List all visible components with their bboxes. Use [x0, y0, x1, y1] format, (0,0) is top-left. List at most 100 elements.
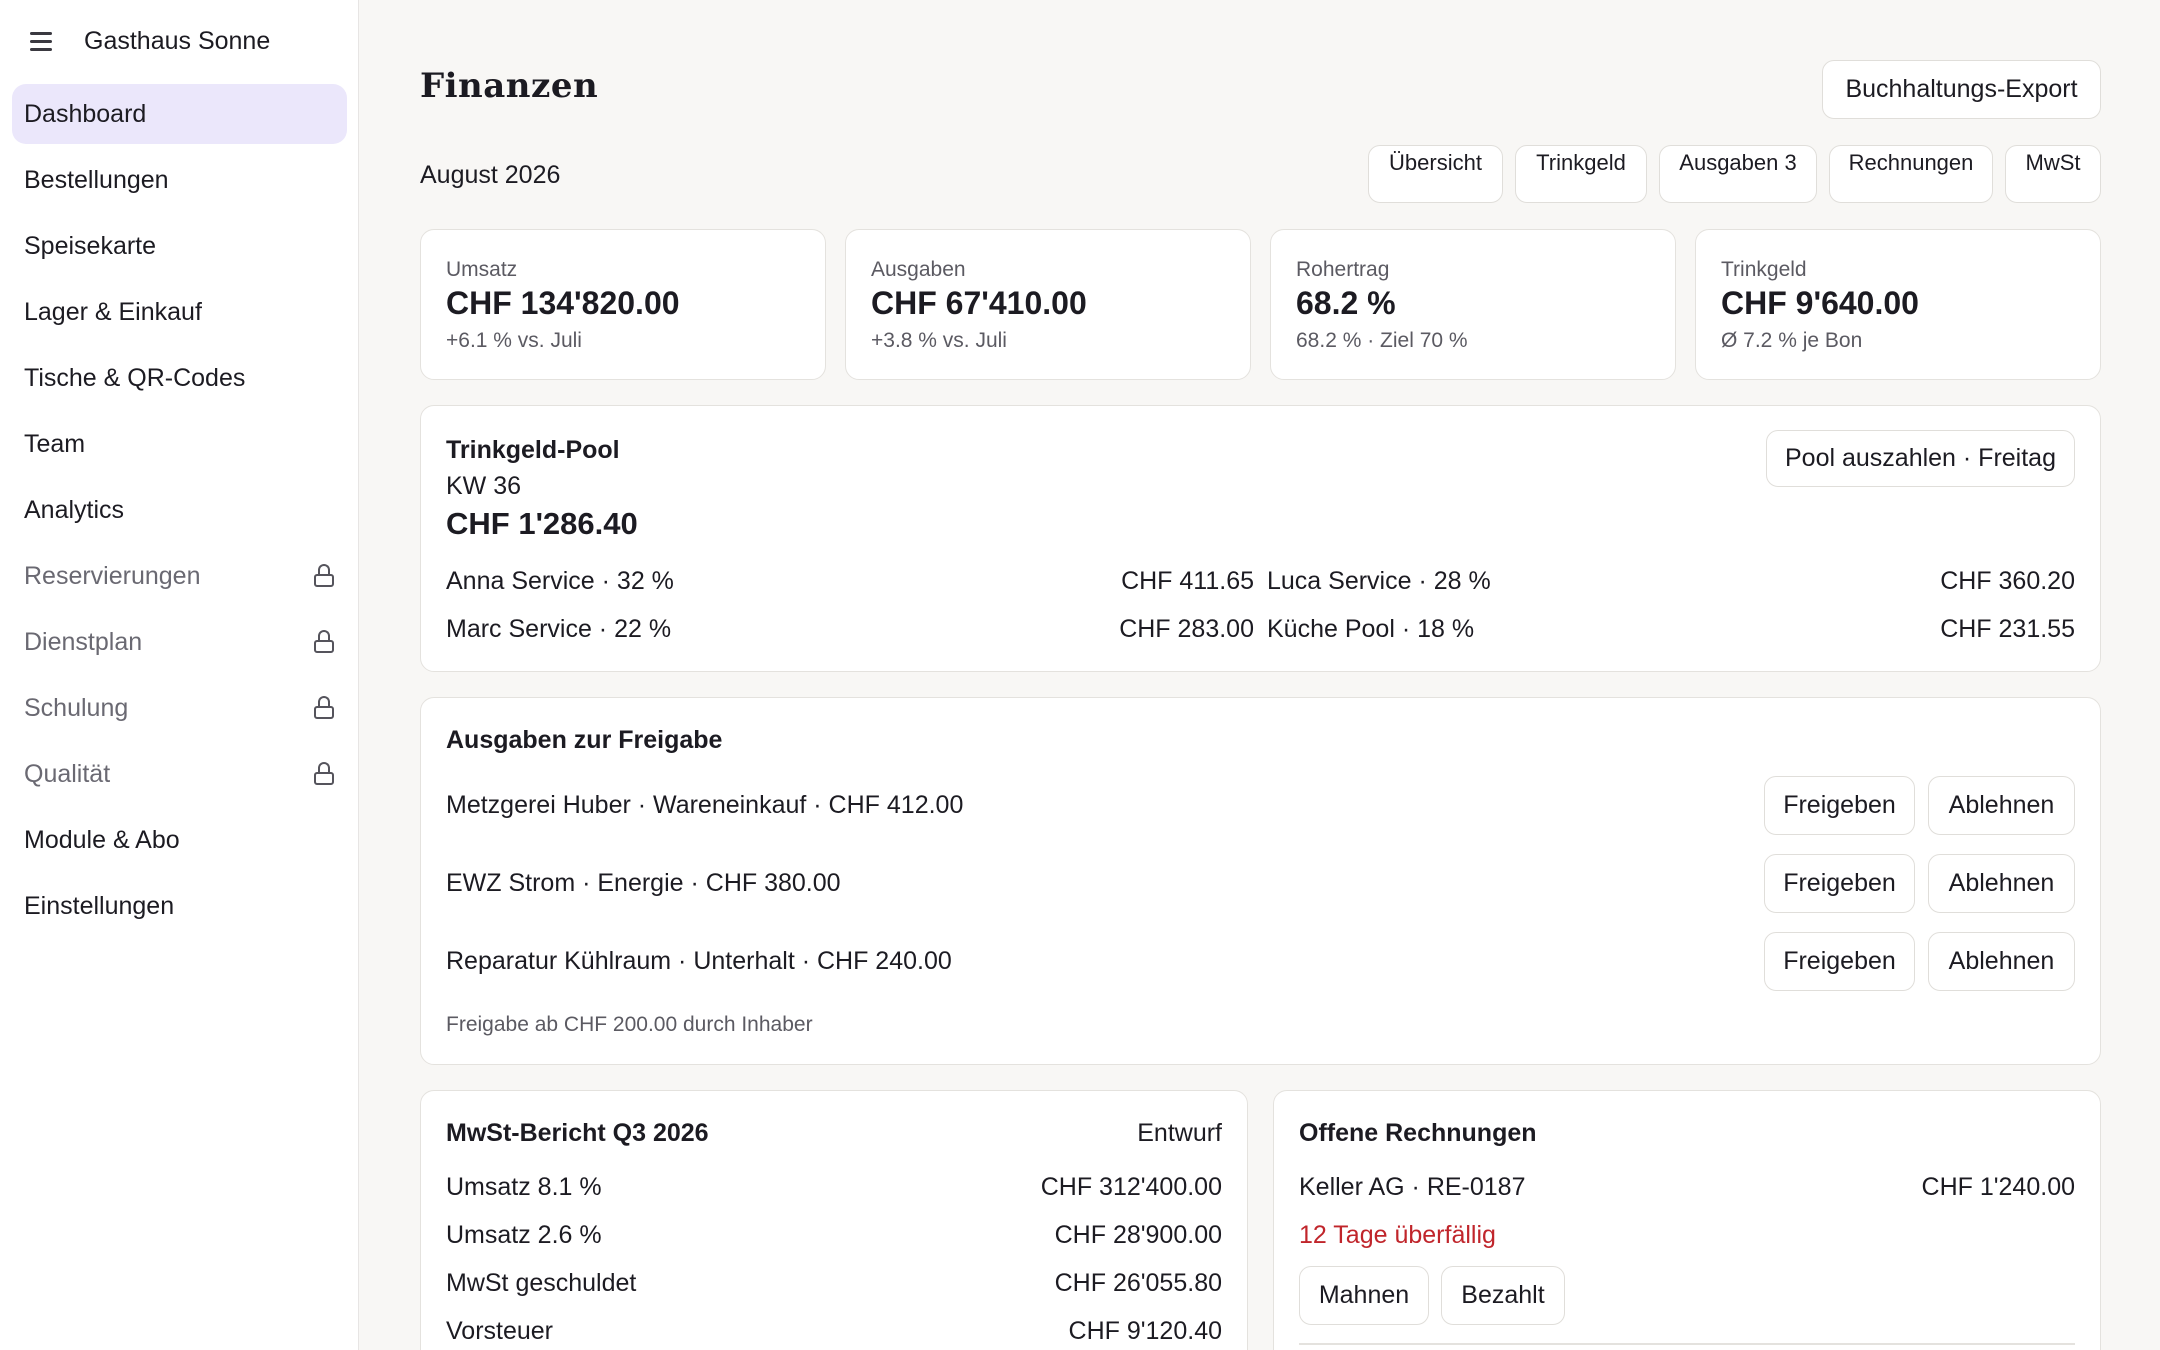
tab-uebersicht[interactable]: Übersicht [1368, 145, 1503, 203]
tip-share-name: Küche Pool · 18 % [1267, 615, 1475, 643]
sidebar-item-qualitaet[interactable]: Qualität [12, 744, 347, 804]
kpi-subtext: +3.8 % vs. Juli [871, 329, 1007, 352]
sidebar-item-dashboard[interactable]: Dashboard [12, 84, 347, 144]
kpi-subtext: 68.2 % · Ziel 70 % [1296, 329, 1468, 352]
remind-button[interactable]: Mahnen [1299, 1266, 1429, 1325]
vat-row-value: CHF 312'400.00 [1040, 1173, 1222, 1201]
tip-share-amount: CHF 283.00 [1119, 615, 1254, 643]
sidebar-nav: Dashboard Bestellungen Speisekarte Lager… [12, 84, 347, 942]
kpi-subtext: Ø 7.2 % je Bon [1721, 329, 1863, 352]
reject-button[interactable]: Ablehnen [1928, 776, 2075, 835]
vat-row-label: Umsatz 2.6 % [446, 1221, 602, 1249]
pool-payout-button[interactable]: Pool auszahlen · Freitag [1766, 430, 2075, 487]
sidebar-item-label: Reservierungen [24, 561, 201, 590]
kpi-card-ausgaben: Ausgaben CHF 67'410.00 +3.8 % vs. Juli [845, 229, 1251, 380]
sidebar-item-label: Schulung [24, 693, 129, 722]
lock-icon [313, 564, 335, 588]
vat-row-label: Umsatz 8.1 % [446, 1173, 602, 1201]
invoice-overdue-status: 12 Tage überfällig [1299, 1221, 1496, 1249]
sidebar-item-label: Qualität [24, 759, 111, 788]
invoice-customer: Keller AG · RE-0187 [1299, 1173, 1526, 1201]
vat-row-label: Vorsteuer [446, 1317, 554, 1345]
app-name: Gasthaus Sonne [84, 27, 271, 55]
sidebar-item-label: Team [24, 429, 86, 458]
expense-approvals-card: Ausgaben zur Freigabe Metzgerei Huber · … [420, 697, 2101, 1065]
sidebar-item-analytics[interactable]: Analytics [12, 480, 347, 540]
sidebar: Gasthaus Sonne Dashboard Bestellungen Sp… [0, 0, 359, 1350]
invoice-amount: CHF 1'240.00 [1921, 1173, 2075, 1201]
sidebar-item-label: Tische & QR-Codes [24, 363, 246, 392]
tip-pool-total: CHF 1'286.40 [446, 506, 638, 541]
accounting-export-button[interactable]: Buchhaltungs-Export [1822, 60, 2101, 119]
approve-button[interactable]: Freigeben [1764, 854, 1915, 913]
approval-note: Freigabe ab CHF 200.00 durch Inhaber [446, 1013, 813, 1036]
kpi-subtext: +6.1 % vs. Juli [446, 329, 582, 352]
kpi-value: CHF 67'410.00 [871, 285, 1087, 321]
open-invoices-title: Offene Rechnungen [1299, 1119, 1537, 1147]
approve-button[interactable]: Freigeben [1764, 776, 1915, 835]
sidebar-item-team[interactable]: Team [12, 414, 347, 474]
tab-rechnungen[interactable]: Rechnungen [1829, 145, 1993, 203]
approval-item-text: EWZ Strom · Energie · CHF 380.00 [446, 869, 841, 897]
vat-report-title: MwSt-Bericht Q3 2026 [446, 1119, 709, 1147]
tip-share-amount: CHF 411.65 [1121, 567, 1254, 595]
vat-row-value: CHF 28'900.00 [1054, 1221, 1222, 1249]
vat-report-status: Entwurf [1137, 1119, 1222, 1147]
page-title: Finanzen [420, 66, 599, 106]
lock-icon [313, 696, 335, 720]
reject-button[interactable]: Ablehnen [1928, 932, 2075, 991]
tip-share-name: Luca Service · 28 % [1267, 567, 1491, 595]
brand: Gasthaus Sonne [0, 0, 359, 84]
sidebar-item-label: Einstellungen [24, 891, 175, 920]
kpi-label: Rohertrag [1296, 258, 1390, 281]
reject-button[interactable]: Ablehnen [1928, 854, 2075, 913]
lock-icon [313, 630, 335, 654]
sidebar-item-label: Module & Abo [24, 825, 180, 854]
sidebar-item-label: Bestellungen [24, 165, 169, 194]
tip-share-name: Anna Service · 32 % [446, 567, 674, 595]
mark-paid-button[interactable]: Bezahlt [1441, 1266, 1565, 1325]
kpi-value: CHF 134'820.00 [446, 285, 680, 321]
kpi-card-rohertrag: Rohertrag 68.2 % 68.2 % · Ziel 70 % [1270, 229, 1676, 380]
period-label: August 2026 [420, 161, 561, 189]
sidebar-item-label: Analytics [24, 495, 125, 524]
kpi-card-umsatz: Umsatz CHF 134'820.00 +6.1 % vs. Juli [420, 229, 826, 380]
sidebar-item-label: Lager & Einkauf [24, 297, 202, 326]
kpi-label: Trinkgeld [1721, 258, 1807, 281]
sidebar-item-dienstplan[interactable]: Dienstplan [12, 612, 347, 672]
vat-row-label: MwSt geschuldet [446, 1269, 637, 1297]
tip-share-amount: CHF 231.55 [1940, 615, 2075, 643]
sidebar-item-schulung[interactable]: Schulung [12, 678, 347, 738]
approval-item-text: Metzgerei Huber · Wareneinkauf · CHF 412… [446, 791, 964, 819]
sidebar-item-speisekarte[interactable]: Speisekarte [12, 216, 347, 276]
vat-row-value: CHF 26'055.80 [1054, 1269, 1222, 1297]
sidebar-item-bestellungen[interactable]: Bestellungen [12, 150, 347, 210]
approve-button[interactable]: Freigeben [1764, 932, 1915, 991]
sidebar-item-label: Dashboard [24, 99, 147, 128]
tip-pool-card: Trinkgeld-Pool KW 36 CHF 1'286.40 Pool a… [420, 405, 2101, 672]
invoice-divider [1299, 1343, 2075, 1345]
sidebar-item-module-abo[interactable]: Module & Abo [12, 810, 347, 870]
kpi-label: Ausgaben [871, 258, 966, 281]
approval-item-text: Reparatur Kühlraum · Unterhalt · CHF 240… [446, 947, 952, 975]
sidebar-item-label: Speisekarte [24, 231, 157, 260]
hamburger-menu-icon[interactable] [28, 30, 54, 52]
tip-pool-title: Trinkgeld-Pool [446, 436, 620, 464]
kpi-value: CHF 9'640.00 [1721, 285, 1919, 321]
vat-report-card: MwSt-Bericht Q3 2026 Entwurf Umsatz 8.1 … [420, 1090, 1248, 1350]
kpi-value: 68.2 % [1296, 285, 1396, 321]
sidebar-item-reservierungen[interactable]: Reservierungen [12, 546, 347, 606]
kpi-card-trinkgeld: Trinkgeld CHF 9'640.00 Ø 7.2 % je Bon [1695, 229, 2101, 380]
kpi-label: Umsatz [446, 258, 518, 281]
sidebar-item-tische-qr-codes[interactable]: Tische & QR-Codes [12, 348, 347, 408]
approvals-title: Ausgaben zur Freigabe [446, 726, 723, 754]
tab-mwst[interactable]: MwSt [2005, 145, 2101, 203]
tab-trinkgeld[interactable]: Trinkgeld [1515, 145, 1647, 203]
lock-icon [313, 762, 335, 786]
vat-row-value: CHF 9'120.40 [1068, 1317, 1222, 1345]
tab-ausgaben[interactable]: Ausgaben 3 [1659, 145, 1817, 203]
tip-pool-week: KW 36 [446, 472, 522, 500]
sidebar-item-einstellungen[interactable]: Einstellungen [12, 876, 347, 936]
tip-share-name: Marc Service · 22 % [446, 615, 672, 643]
sidebar-item-lager-einkauf[interactable]: Lager & Einkauf [12, 282, 347, 342]
